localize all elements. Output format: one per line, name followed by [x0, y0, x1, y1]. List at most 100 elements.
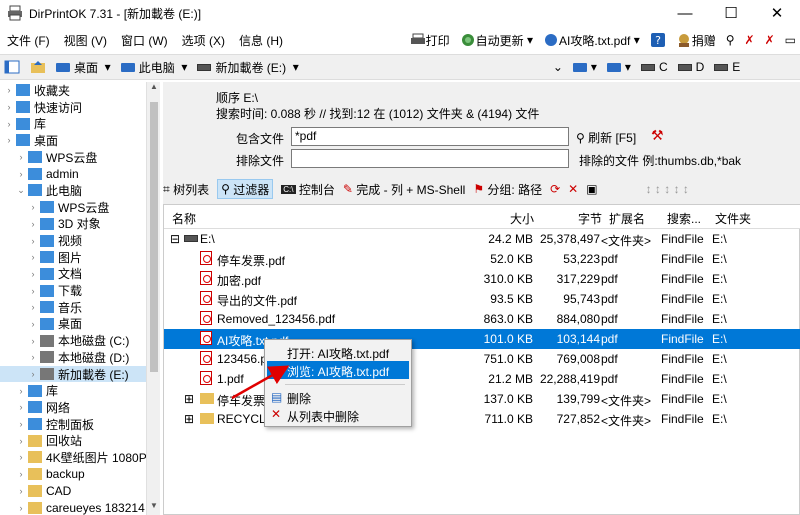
- menu-file[interactable]: 文件 (F): [0, 32, 57, 49]
- table-row[interactable]: 导出的文件.pdf 93.5 KB 95,743 pdf FindFile E:\: [164, 289, 800, 309]
- drive-c-button[interactable]: C: [640, 60, 668, 74]
- col-search[interactable]: 搜索...: [667, 210, 701, 227]
- network-dropdown[interactable]: ▾: [606, 60, 631, 74]
- tree-item[interactable]: › 快速访问: [0, 99, 160, 116]
- table-row[interactable]: 1.pdf 21.2 MB 22,288,419 pdf FindFile E:\: [164, 369, 800, 389]
- minimize-button[interactable]: —: [662, 0, 708, 26]
- table-row[interactable]: AI攻略.txt.pdf 101.0 KB 103,144 pdf FindFile E:…: [164, 329, 800, 349]
- tree-item[interactable]: › backup: [0, 466, 160, 483]
- tree-item[interactable]: › admin: [0, 165, 160, 182]
- chevron-right-icon[interactable]: ›: [16, 452, 26, 462]
- tree-item[interactable]: › 视频: [0, 232, 160, 249]
- tree-item[interactable]: › 音乐: [0, 299, 160, 316]
- scroll-down-icon[interactable]: ▼: [147, 501, 161, 515]
- chevron-right-icon[interactable]: ›: [16, 419, 26, 429]
- close-button[interactable]: ✕: [754, 0, 800, 26]
- expand-icon[interactable]: ⊞: [184, 392, 194, 406]
- tree-item[interactable]: › WPS云盘: [0, 149, 160, 166]
- col-ext[interactable]: 扩展名: [609, 210, 645, 227]
- window-tool-icon[interactable]: ▭: [785, 33, 796, 47]
- ctx-remove[interactable]: ✕ 从列表中删除: [267, 406, 409, 424]
- ctx-open[interactable]: 打开: AI攻略.txt.pdf: [267, 343, 409, 361]
- menu-window[interactable]: 窗口 (W): [114, 32, 175, 49]
- up-folder-button[interactable]: [30, 59, 46, 75]
- table-row[interactable]: 停车发票.pdf 52.0 KB 53,223 pdf FindFile E:\: [164, 249, 800, 269]
- drive-d-button[interactable]: D: [677, 60, 704, 74]
- tree-item[interactable]: › 图片: [0, 249, 160, 266]
- chevron-right-icon[interactable]: ›: [16, 486, 26, 496]
- chevron-right-icon[interactable]: ›: [16, 169, 26, 179]
- tree-item[interactable]: › 本地磁盘 (C:): [0, 332, 160, 349]
- delete-tool-icon[interactable]: ✗: [745, 33, 755, 47]
- chevron-right-icon[interactable]: ›: [28, 269, 38, 279]
- scroll-thumb[interactable]: [150, 102, 158, 372]
- col-name[interactable]: 名称: [172, 210, 196, 227]
- tree-item[interactable]: › 新加載卷 (E:): [0, 365, 160, 383]
- col-bytes[interactable]: 字节: [578, 210, 602, 227]
- chevron-right-icon[interactable]: ›: [28, 352, 38, 362]
- tree-item[interactable]: › 本地磁盘 (D:): [0, 349, 160, 366]
- tree-item[interactable]: › 桌面: [0, 132, 160, 149]
- tab-tree-list[interactable]: ⌗ 树列表: [163, 181, 209, 198]
- menu-options[interactable]: 选项 (X): [175, 32, 232, 49]
- tree-item[interactable]: › 3D 对象: [0, 216, 160, 233]
- panel-toggle-button[interactable]: [4, 59, 20, 75]
- maximize-button[interactable]: ☐: [708, 0, 754, 26]
- collapse-icon[interactable]: ⊟: [170, 232, 180, 246]
- search-tool-icon[interactable]: ⚲: [726, 33, 735, 47]
- chevron-right-icon[interactable]: ›: [28, 219, 38, 229]
- expand-icon[interactable]: ⊞: [184, 412, 194, 426]
- close-tool-icon[interactable]: ✗: [765, 33, 775, 47]
- refresh-icon[interactable]: ⟳: [550, 182, 560, 196]
- tree-item[interactable]: › CAD: [0, 483, 160, 500]
- ctx-delete[interactable]: ▤ 删除: [267, 388, 409, 406]
- tree-item[interactable]: › 回收站: [0, 432, 160, 449]
- monitor-dropdown[interactable]: ▾: [572, 60, 597, 74]
- desktop-crumb[interactable]: 桌面 ▾: [56, 59, 111, 76]
- tab-console[interactable]: C:\ 控制台: [281, 181, 335, 198]
- chevron-right-icon[interactable]: ›: [28, 319, 38, 329]
- tree-scrollbar[interactable]: ▲ ▼: [146, 82, 160, 515]
- help-button[interactable]: ?: [650, 32, 666, 48]
- drive-e-button[interactable]: E: [714, 60, 740, 74]
- chevron-right-icon[interactable]: ⌄: [16, 185, 26, 196]
- group-button[interactable]: ⚑ 分组: 路径: [473, 181, 542, 198]
- chevron-right-icon[interactable]: ›: [28, 302, 38, 312]
- tree-item[interactable]: › 控制面板: [0, 416, 160, 433]
- chevron-right-icon[interactable]: ›: [16, 436, 26, 446]
- drive-crumb[interactable]: 新加載卷 (E:) ▾: [197, 59, 299, 76]
- tree-item[interactable]: › 库: [0, 382, 160, 399]
- col-size[interactable]: 大小: [510, 210, 534, 227]
- tree-item[interactable]: › 桌面: [0, 316, 160, 333]
- table-row[interactable]: 加密.pdf 310.0 KB 317,229 pdf FindFile E:\: [164, 269, 800, 289]
- chevron-right-icon[interactable]: ›: [16, 152, 26, 162]
- chevron-right-icon[interactable]: ›: [28, 236, 38, 246]
- exclude-input[interactable]: [291, 149, 569, 168]
- col-folder[interactable]: 文件夹: [715, 210, 751, 227]
- chevron-right-icon[interactable]: ›: [16, 386, 26, 396]
- print-button[interactable]: 打印: [410, 32, 450, 49]
- current-file-dropdown[interactable]: AI攻略.txt.pdf ▾: [543, 32, 640, 49]
- chevron-right-icon[interactable]: ›: [28, 202, 38, 212]
- table-row[interactable]: 123456.p 751.0 KB 769,008 pdf FindFile E:\: [164, 349, 800, 369]
- chevron-right-icon[interactable]: ›: [16, 503, 26, 513]
- tree-item[interactable]: › 文档: [0, 266, 160, 283]
- tree-item[interactable]: ⌄ 此电脑: [0, 182, 160, 199]
- chevron-right-icon[interactable]: ›: [28, 286, 38, 296]
- ctx-browse[interactable]: 浏览: AI攻略.txt.pdf: [267, 361, 409, 379]
- clear-filter-icon[interactable]: ⚒: [651, 127, 664, 144]
- chevron-right-icon[interactable]: ›: [28, 369, 38, 379]
- chevron-right-icon[interactable]: ›: [16, 469, 26, 479]
- chevron-right-icon[interactable]: ›: [4, 119, 14, 129]
- tree-item[interactable]: › WPS云盘: [0, 199, 160, 216]
- chevron-right-icon[interactable]: ›: [4, 135, 14, 145]
- scroll-up-icon[interactable]: ▲: [147, 82, 161, 96]
- tree-item[interactable]: › 网络: [0, 399, 160, 416]
- chevron-right-icon[interactable]: ›: [16, 402, 26, 412]
- table-row[interactable]: ⊞ RECYCLE 711.0 KB 727,852 <文件夹> FindFile E:\: [164, 409, 800, 429]
- table-row[interactable]: ⊟ E:\ 24.2 MB 25,378,497 <文件夹> FindFile E:\: [164, 229, 800, 249]
- tree-item[interactable]: › 库: [0, 115, 160, 132]
- lock-icon[interactable]: ▣: [586, 182, 597, 196]
- chevron-right-icon[interactable]: ›: [4, 102, 14, 112]
- table-row[interactable]: Removed_123456.pdf 863.0 KB 884,080 pdf Find…: [164, 309, 800, 329]
